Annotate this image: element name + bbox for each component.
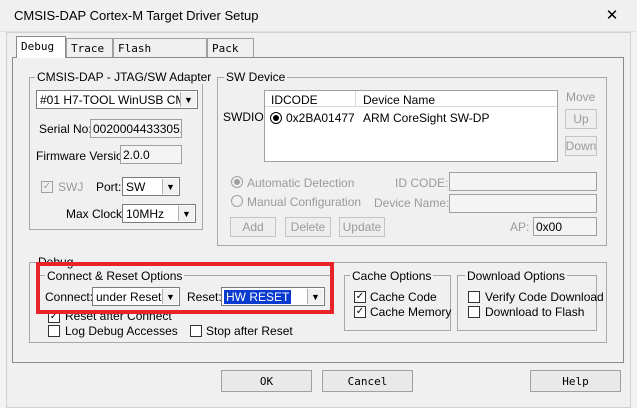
chevron-down-icon: ▼ <box>162 179 178 194</box>
serial-field: 00200044333051 <box>90 119 182 138</box>
stop-after-reset-checkbox[interactable] <box>190 325 202 337</box>
ok-button[interactable]: OK <box>221 370 312 392</box>
swj-label: SWJ <box>58 180 84 194</box>
firmware-label: Firmware Version: <box>36 149 133 163</box>
cache-code-checkbox[interactable]: ✓ <box>354 291 366 303</box>
device-name-input[interactable] <box>449 194 597 213</box>
close-button[interactable]: ✕ <box>598 4 626 26</box>
cache-options-label: Cache Options <box>350 269 434 283</box>
manual-config-radio[interactable] <box>231 195 243 207</box>
tab-debug[interactable]: Debug <box>16 36 66 58</box>
move-down-button[interactable]: Down <box>565 136 597 156</box>
adapter-select-value: #01 H7-TOOL WinUSB CMS <box>40 93 194 107</box>
cancel-button[interactable]: Cancel <box>322 370 413 392</box>
column-idcode[interactable]: IDCODE <box>271 93 318 107</box>
device-row-radio[interactable] <box>270 112 282 124</box>
serial-label: Serial No: <box>39 122 92 136</box>
sw-device-group-label: SW Device <box>224 70 288 84</box>
maxclock-select-value: 10MHz <box>126 207 165 221</box>
firmware-field: 2.0.0 <box>120 145 182 164</box>
device-row-name[interactable]: ARM CoreSight SW-DP <box>363 111 489 125</box>
sw-device-list[interactable]: IDCODE Device Name 0x2BA01477 ARM CoreSi… <box>264 90 558 162</box>
auto-detect-label: Automatic Detection <box>247 176 355 190</box>
column-divider <box>355 91 356 107</box>
id-code-input[interactable] <box>449 172 597 191</box>
adapter-group-label: CMSIS-DAP - JTAG/SW Adapter <box>35 70 214 84</box>
log-debug-checkbox[interactable] <box>48 325 60 337</box>
verify-download-checkbox[interactable] <box>468 291 480 303</box>
maxclock-label: Max Clock: <box>66 207 126 221</box>
port-select-value: SW <box>126 180 146 194</box>
highlight-box <box>36 262 334 314</box>
device-name-label: Device Name: <box>374 196 450 210</box>
chevron-down-icon: ▼ <box>178 206 194 221</box>
tab-flash-download[interactable]: Flash Download <box>113 38 207 68</box>
port-label: Port: <box>96 180 122 194</box>
delete-button[interactable]: Delete <box>285 217 331 237</box>
manual-config-label: Manual Configuration <box>247 195 362 209</box>
swj-checkbox[interactable]: ✓ <box>41 181 53 193</box>
id-code-label: ID CODE: <box>395 176 449 190</box>
device-row-idcode[interactable]: 0x2BA01477 <box>286 111 355 125</box>
download-options-label: Download Options <box>465 269 568 283</box>
cache-memory-label: Cache Memory <box>370 305 452 319</box>
tab-pack[interactable]: Pack <box>207 38 254 57</box>
verify-download-label: Verify Code Download <box>485 290 604 304</box>
swdio-label: SWDIO <box>223 110 264 124</box>
column-device-name[interactable]: Device Name <box>363 93 435 107</box>
move-up-button[interactable]: Up <box>565 109 597 129</box>
adapter-select[interactable]: #01 H7-TOOL WinUSB CMS ▼ <box>36 90 198 109</box>
stop-after-reset-label: Stop after Reset <box>206 324 293 338</box>
update-button[interactable]: Update <box>339 217 385 237</box>
tab-trace[interactable]: Trace <box>66 38 113 57</box>
maxclock-select[interactable]: 10MHz ▼ <box>122 204 196 223</box>
move-label: Move <box>566 90 596 104</box>
download-to-flash-label: Download to Flash <box>485 305 585 319</box>
add-button[interactable]: Add <box>230 217 276 237</box>
cache-memory-checkbox[interactable]: ✓ <box>354 306 366 318</box>
chevron-down-icon: ▼ <box>180 92 196 107</box>
window-title: CMSIS-DAP Cortex-M Target Driver Setup <box>14 8 259 23</box>
close-icon: ✕ <box>605 7 619 24</box>
auto-detect-radio[interactable] <box>231 176 243 188</box>
help-button[interactable]: Help <box>530 370 621 392</box>
cache-code-label: Cache Code <box>370 290 437 304</box>
port-select[interactable]: SW ▼ <box>122 177 180 196</box>
ap-label: AP: <box>510 220 530 234</box>
ap-input[interactable]: 0x00 <box>533 217 597 236</box>
download-to-flash-checkbox[interactable] <box>468 306 480 318</box>
log-debug-label: Log Debug Accesses <box>65 324 178 338</box>
